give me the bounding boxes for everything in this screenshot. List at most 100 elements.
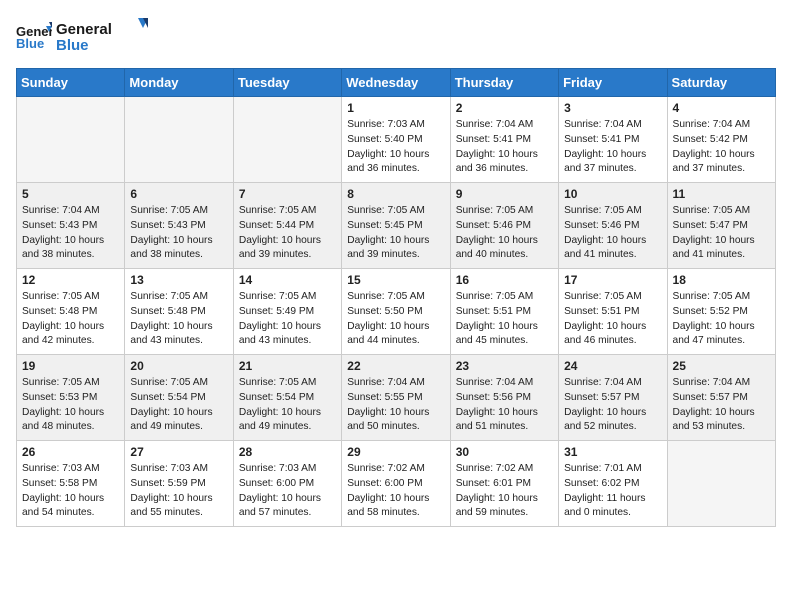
- calendar-day-cell: 5 Sunrise: 7:04 AM Sunset: 5:43 PM Daylig…: [17, 183, 125, 269]
- day-number: 25: [673, 359, 770, 373]
- weekday-header-thursday: Thursday: [450, 69, 558, 97]
- calendar-day-cell: 19Sunrise: 7:05 AM Sunset: 5:53 PM Dayli…: [17, 355, 125, 441]
- weekday-header-sunday: Sunday: [17, 69, 125, 97]
- day-number: 16: [456, 273, 553, 287]
- day-number: 11: [673, 187, 770, 201]
- weekday-header-wednesday: Wednesday: [342, 69, 450, 97]
- calendar-week-row: 5 Sunrise: 7:04 AM Sunset: 5:43 PM Daylig…: [17, 183, 776, 269]
- calendar-day-cell: 22 Sunrise: 7:04 AM Sunset: 5:55 PM Dayli…: [342, 355, 450, 441]
- logo-graphic: General Blue: [56, 16, 156, 56]
- calendar-day-cell: 29 Sunrise: 7:02 AM Sunset: 6:00 PM Dayli…: [342, 441, 450, 527]
- calendar-day-cell: 15Sunrise: 7:05 AM Sunset: 5:50 PM Dayli…: [342, 269, 450, 355]
- day-info: Sunrise: 7:05 AM Sunset: 5:51 PM Dayligh…: [456, 290, 553, 349]
- day-info: Sunrise: 7:04 AM Sunset: 5:57 PM Dayligh…: [673, 376, 770, 435]
- calendar-day-cell: 16 Sunrise: 7:05 AM Sunset: 5:51 PM Dayli…: [450, 269, 558, 355]
- day-number: 2: [456, 101, 553, 115]
- calendar-week-row: 19Sunrise: 7:05 AM Sunset: 5:53 PM Dayli…: [17, 355, 776, 441]
- day-info: Sunrise: 7:03 AM Sunset: 5:40 PM Dayligh…: [347, 118, 444, 177]
- logo-icon: General Blue: [16, 22, 52, 50]
- calendar-day-cell: 6 Sunrise: 7:05 AM Sunset: 5:43 PM Daylig…: [125, 183, 233, 269]
- day-number: 6: [130, 187, 227, 201]
- day-info: Sunrise: 7:05 AM Sunset: 5:49 PM Dayligh…: [239, 290, 336, 349]
- calendar-day-cell: 25 Sunrise: 7:04 AM Sunset: 5:57 PM Dayli…: [667, 355, 775, 441]
- svg-text:Blue: Blue: [16, 36, 44, 50]
- day-info: Sunrise: 7:05 AM Sunset: 5:50 PM Dayligh…: [347, 290, 444, 349]
- day-number: 18: [673, 273, 770, 287]
- day-number: 9: [456, 187, 553, 201]
- calendar-day-cell: 1 Sunrise: 7:03 AM Sunset: 5:40 PM Daylig…: [342, 97, 450, 183]
- day-info: Sunrise: 7:05 AM Sunset: 5:53 PM Dayligh…: [22, 376, 119, 435]
- day-number: 20: [130, 359, 227, 373]
- calendar-day-cell: [233, 97, 341, 183]
- day-info: Sunrise: 7:02 AM Sunset: 6:01 PM Dayligh…: [456, 462, 553, 521]
- day-number: 4: [673, 101, 770, 115]
- calendar-week-row: 1 Sunrise: 7:03 AM Sunset: 5:40 PM Daylig…: [17, 97, 776, 183]
- calendar-day-cell: 21 Sunrise: 7:05 AM Sunset: 5:54 PM Dayli…: [233, 355, 341, 441]
- day-info: Sunrise: 7:03 AM Sunset: 5:59 PM Dayligh…: [130, 462, 227, 521]
- calendar-day-cell: 18 Sunrise: 7:05 AM Sunset: 5:52 PM Dayli…: [667, 269, 775, 355]
- day-info: Sunrise: 7:05 AM Sunset: 5:48 PM Dayligh…: [22, 290, 119, 349]
- day-info: Sunrise: 7:05 AM Sunset: 5:48 PM Dayligh…: [130, 290, 227, 349]
- calendar-day-cell: 26 Sunrise: 7:03 AM Sunset: 5:58 PM Dayli…: [17, 441, 125, 527]
- calendar-day-cell: 10 Sunrise: 7:05 AM Sunset: 5:46 PM Dayli…: [559, 183, 667, 269]
- calendar-day-cell: 31 Sunrise: 7:01 AM Sunset: 6:02 PM Dayli…: [559, 441, 667, 527]
- day-info: Sunrise: 7:02 AM Sunset: 6:00 PM Dayligh…: [347, 462, 444, 521]
- calendar-day-cell: 23 Sunrise: 7:04 AM Sunset: 5:56 PM Dayli…: [450, 355, 558, 441]
- calendar-day-cell: 3 Sunrise: 7:04 AM Sunset: 5:41 PM Daylig…: [559, 97, 667, 183]
- day-number: 29: [347, 445, 444, 459]
- calendar-day-cell: [125, 97, 233, 183]
- day-info: Sunrise: 7:04 AM Sunset: 5:55 PM Dayligh…: [347, 376, 444, 435]
- calendar-table: SundayMondayTuesdayWednesdayThursdayFrid…: [16, 68, 776, 527]
- calendar-day-cell: 14 Sunrise: 7:05 AM Sunset: 5:49 PM Dayli…: [233, 269, 341, 355]
- day-info: Sunrise: 7:04 AM Sunset: 5:56 PM Dayligh…: [456, 376, 553, 435]
- calendar-day-cell: 27 Sunrise: 7:03 AM Sunset: 5:59 PM Dayli…: [125, 441, 233, 527]
- day-number: 26: [22, 445, 119, 459]
- day-number: 1: [347, 101, 444, 115]
- calendar-day-cell: 4 Sunrise: 7:04 AM Sunset: 5:42 PM Daylig…: [667, 97, 775, 183]
- calendar-week-row: 26 Sunrise: 7:03 AM Sunset: 5:58 PM Dayli…: [17, 441, 776, 527]
- day-number: 12: [22, 273, 119, 287]
- calendar-day-cell: 30 Sunrise: 7:02 AM Sunset: 6:01 PM Dayli…: [450, 441, 558, 527]
- day-info: Sunrise: 7:05 AM Sunset: 5:43 PM Dayligh…: [130, 204, 227, 263]
- day-info: Sunrise: 7:05 AM Sunset: 5:47 PM Dayligh…: [673, 204, 770, 263]
- page-header: General Blue General Blue: [16, 16, 776, 56]
- day-number: 23: [456, 359, 553, 373]
- day-number: 28: [239, 445, 336, 459]
- calendar-day-cell: 20Sunrise: 7:05 AM Sunset: 5:54 PM Dayli…: [125, 355, 233, 441]
- day-info: Sunrise: 7:05 AM Sunset: 5:46 PM Dayligh…: [564, 204, 661, 263]
- day-info: Sunrise: 7:04 AM Sunset: 5:43 PM Dayligh…: [22, 204, 119, 263]
- day-number: 3: [564, 101, 661, 115]
- svg-text:General: General: [56, 21, 112, 38]
- day-number: 22: [347, 359, 444, 373]
- calendar-week-row: 12 Sunrise: 7:05 AM Sunset: 5:48 PM Dayli…: [17, 269, 776, 355]
- day-number: 27: [130, 445, 227, 459]
- day-number: 31: [564, 445, 661, 459]
- day-number: 13: [130, 273, 227, 287]
- day-info: Sunrise: 7:04 AM Sunset: 5:41 PM Dayligh…: [456, 118, 553, 177]
- calendar-day-cell: 8Sunrise: 7:05 AM Sunset: 5:45 PM Daylig…: [342, 183, 450, 269]
- logo: General Blue General Blue: [16, 16, 156, 56]
- calendar-day-cell: [667, 441, 775, 527]
- day-number: 5: [22, 187, 119, 201]
- day-info: Sunrise: 7:01 AM Sunset: 6:02 PM Dayligh…: [564, 462, 661, 521]
- calendar-day-cell: 24Sunrise: 7:04 AM Sunset: 5:57 PM Dayli…: [559, 355, 667, 441]
- day-info: Sunrise: 7:05 AM Sunset: 5:51 PM Dayligh…: [564, 290, 661, 349]
- day-info: Sunrise: 7:03 AM Sunset: 5:58 PM Dayligh…: [22, 462, 119, 521]
- day-info: Sunrise: 7:05 AM Sunset: 5:54 PM Dayligh…: [239, 376, 336, 435]
- day-info: Sunrise: 7:04 AM Sunset: 5:42 PM Dayligh…: [673, 118, 770, 177]
- day-info: Sunrise: 7:05 AM Sunset: 5:52 PM Dayligh…: [673, 290, 770, 349]
- day-number: 10: [564, 187, 661, 201]
- day-info: Sunrise: 7:05 AM Sunset: 5:46 PM Dayligh…: [456, 204, 553, 263]
- calendar-day-cell: 11 Sunrise: 7:05 AM Sunset: 5:47 PM Dayli…: [667, 183, 775, 269]
- day-number: 17: [564, 273, 661, 287]
- day-info: Sunrise: 7:04 AM Sunset: 5:41 PM Dayligh…: [564, 118, 661, 177]
- calendar-day-cell: 13 Sunrise: 7:05 AM Sunset: 5:48 PM Dayli…: [125, 269, 233, 355]
- day-number: 21: [239, 359, 336, 373]
- day-number: 14: [239, 273, 336, 287]
- svg-text:Blue: Blue: [56, 37, 89, 54]
- day-number: 8: [347, 187, 444, 201]
- calendar-day-cell: 9 Sunrise: 7:05 AM Sunset: 5:46 PM Daylig…: [450, 183, 558, 269]
- day-info: Sunrise: 7:05 AM Sunset: 5:44 PM Dayligh…: [239, 204, 336, 263]
- weekday-header-saturday: Saturday: [667, 69, 775, 97]
- day-number: 30: [456, 445, 553, 459]
